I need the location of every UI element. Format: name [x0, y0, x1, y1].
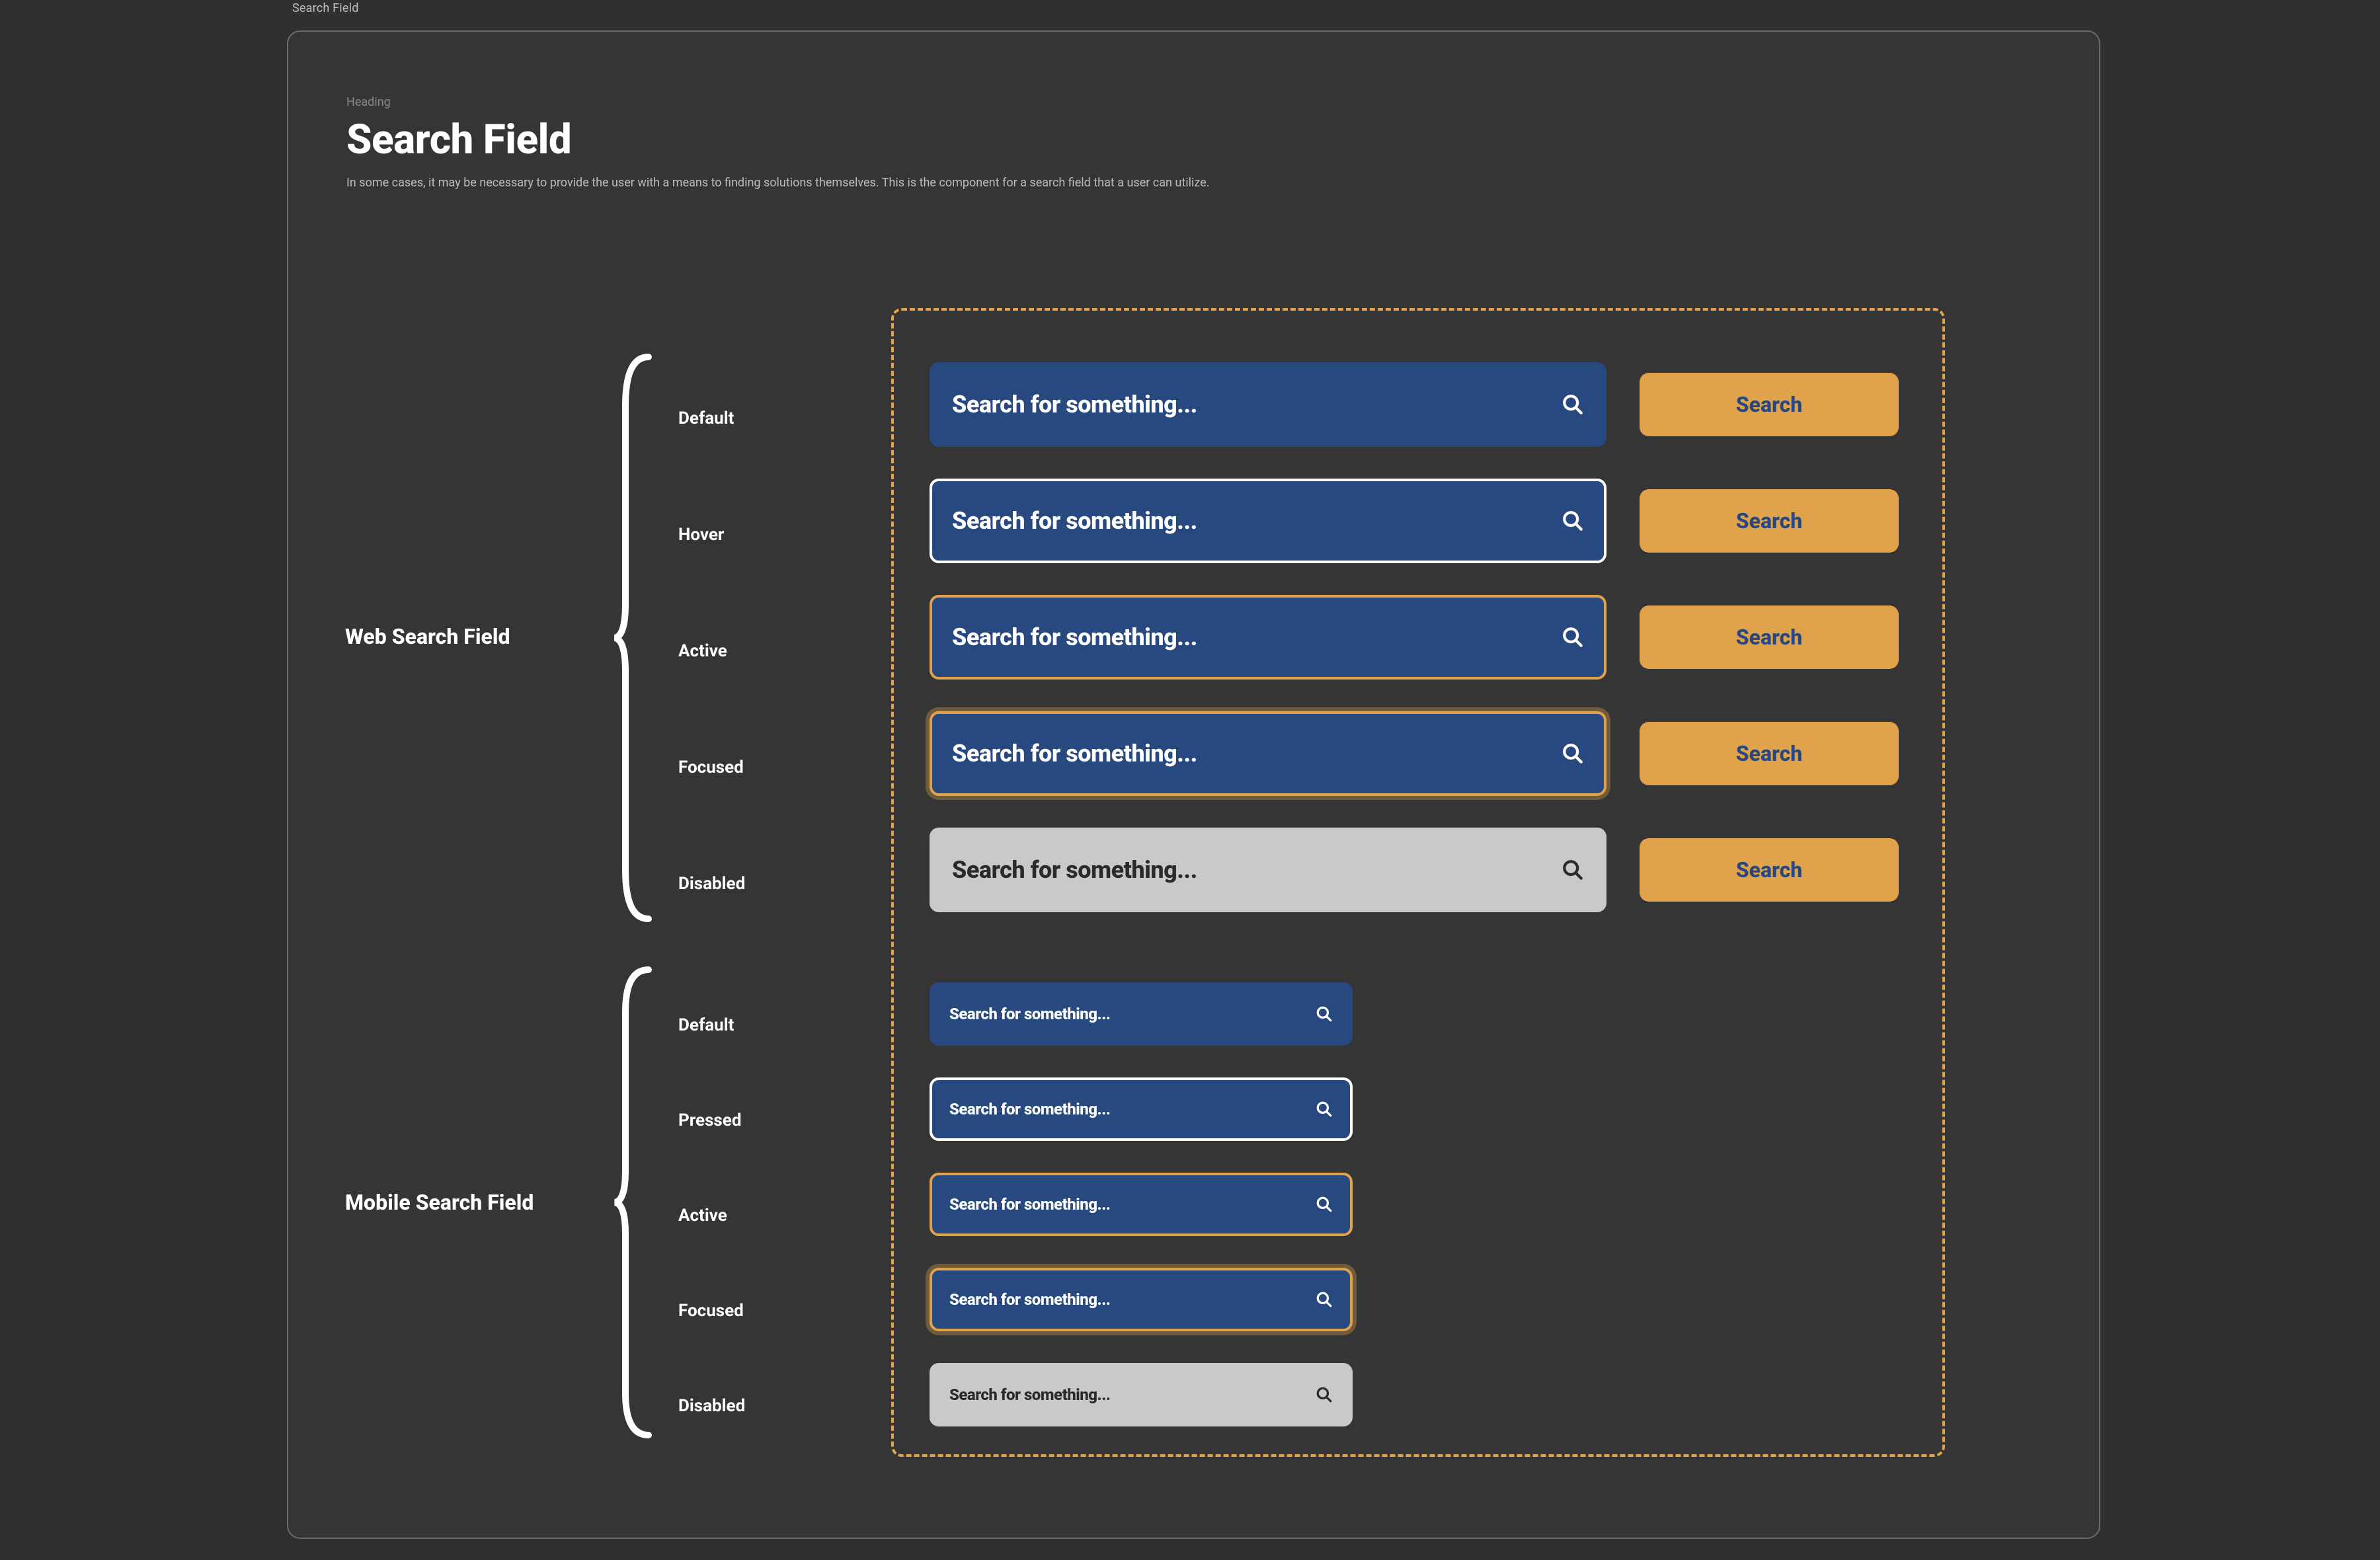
search-icon [1562, 510, 1584, 532]
state-label: Active [678, 641, 727, 661]
page-description: In some cases, it may be necessary to pr… [346, 175, 1209, 192]
search-row-mobile-pressed: Search for something... [930, 1077, 1353, 1141]
search-icon [1562, 626, 1584, 648]
search-row-web-disabled: Search for something... Search [930, 828, 1899, 912]
search-placeholder: Search for something... [952, 623, 1562, 651]
state-label: Default [678, 409, 734, 428]
search-icon [1562, 742, 1584, 765]
search-row-web-focused: Search for something... Search [930, 711, 1899, 796]
search-button[interactable]: Search [1640, 838, 1899, 902]
search-placeholder: Search for something... [952, 740, 1562, 767]
state-label: Pressed [678, 1111, 741, 1130]
search-button[interactable]: Search [1640, 605, 1899, 669]
state-label: Hover [678, 525, 724, 545]
search-button[interactable]: Search [1640, 722, 1899, 785]
search-input[interactable]: Search for something... [930, 982, 1353, 1046]
search-placeholder: Search for something... [952, 391, 1562, 418]
state-label: Focused [678, 1301, 744, 1321]
section-label-mobile: Mobile Search Field [345, 1190, 534, 1215]
search-icon [1562, 859, 1584, 881]
heading-eyebrow: Heading [346, 95, 1209, 109]
state-label: Disabled [678, 1396, 745, 1416]
search-button[interactable]: Search [1640, 373, 1899, 436]
search-input[interactable]: Search for something... [930, 595, 1606, 680]
search-row-web-default: Search for something... Search [930, 362, 1899, 447]
heading-block: Heading Search Field In some cases, it m… [346, 95, 1209, 192]
search-button[interactable]: Search [1640, 489, 1899, 553]
state-label: Disabled [678, 874, 745, 894]
search-icon[interactable] [1316, 1291, 1333, 1308]
search-icon[interactable] [1316, 1196, 1333, 1213]
search-icon[interactable] [1316, 1101, 1333, 1118]
search-placeholder: Search for something... [952, 507, 1562, 535]
search-input: Search for something... [930, 828, 1606, 912]
search-icon [1316, 1386, 1333, 1403]
search-row-mobile-active: Search for something... [930, 1173, 1353, 1236]
component-spec-panel: Heading Search Field In some cases, it m… [287, 30, 2100, 1539]
search-placeholder: Search for something... [949, 1195, 1316, 1214]
state-label: Default [678, 1015, 734, 1035]
search-placeholder: Search for something... [949, 1290, 1316, 1309]
search-row-mobile-disabled: Search for something... [930, 1363, 1353, 1426]
search-input[interactable]: Search for something... [930, 1268, 1353, 1331]
search-input[interactable]: Search for something... [930, 1173, 1353, 1236]
canvas-tab-label: Search Field [292, 1, 359, 15]
search-row-web-hover: Search for something... Search [930, 479, 1899, 563]
search-placeholder: Search for something... [949, 1385, 1316, 1404]
search-input[interactable]: Search for something... [930, 479, 1606, 563]
search-input[interactable]: Search for something... [930, 711, 1606, 796]
search-placeholder: Search for something... [952, 856, 1562, 884]
search-placeholder: Search for something... [949, 1005, 1316, 1023]
search-input[interactable]: Search for something... [930, 1077, 1353, 1141]
page-title: Search Field [346, 116, 1209, 164]
section-label-web: Web Search Field [345, 624, 510, 649]
search-placeholder: Search for something... [949, 1100, 1316, 1118]
search-row-mobile-default: Search for something... [930, 982, 1353, 1046]
search-icon [1562, 393, 1584, 416]
brace-icon [612, 966, 653, 1439]
search-input: Search for something... [930, 1363, 1353, 1426]
search-input[interactable]: Search for something... [930, 362, 1606, 447]
search-row-web-active: Search for something... Search [930, 595, 1899, 680]
state-label: Focused [678, 758, 744, 777]
search-row-mobile-focused: Search for something... [930, 1268, 1353, 1331]
state-label: Active [678, 1206, 727, 1226]
search-icon[interactable] [1316, 1005, 1333, 1023]
brace-icon [612, 353, 653, 923]
